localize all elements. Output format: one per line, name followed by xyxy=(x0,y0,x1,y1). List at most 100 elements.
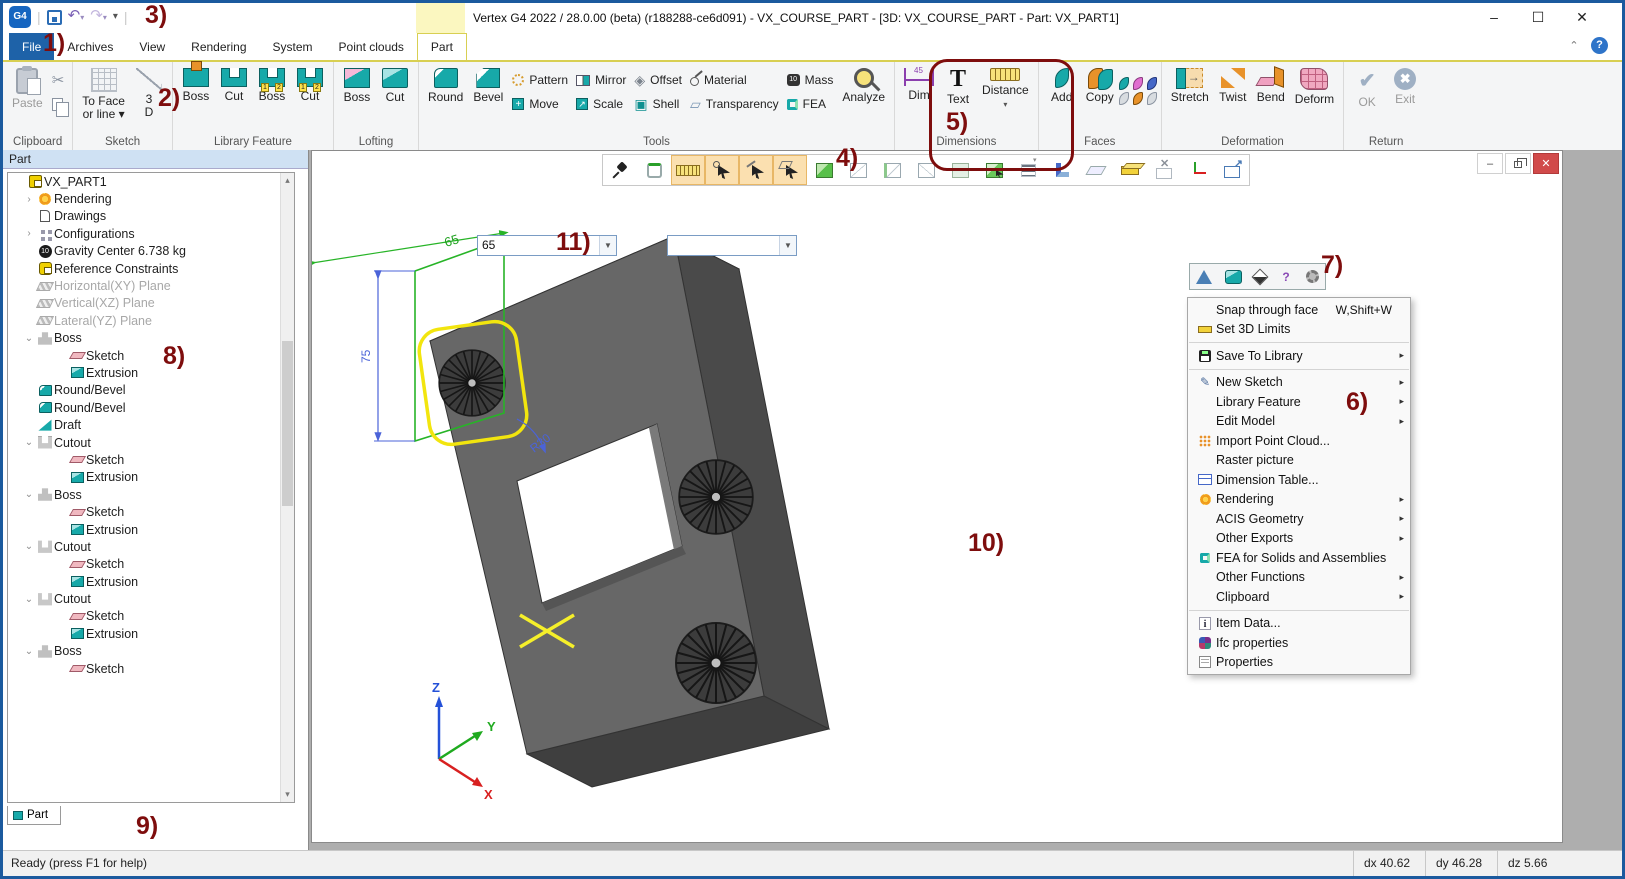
menu-item[interactable]: New Sketch ▸ xyxy=(1188,373,1410,393)
tree-item[interactable]: Lateral(YZ) Plane xyxy=(8,312,294,329)
expand-arrow-icon[interactable] xyxy=(22,194,36,205)
gear-icon[interactable] xyxy=(1306,270,1319,283)
expand-arrow-icon[interactable] xyxy=(22,489,36,500)
sketch-3d-button[interactable]: 3D xyxy=(130,65,168,122)
ribbon-tab[interactable]: Part xyxy=(417,33,467,60)
menu-item[interactable]: Dimension Table... ▸ xyxy=(1188,470,1410,490)
tree-item[interactable]: Rendering xyxy=(8,190,294,207)
menu-item[interactable]: Other Functions ▸ xyxy=(1188,568,1410,588)
ribbon-tab[interactable]: File xyxy=(9,33,54,60)
bend-button[interactable]: Bend xyxy=(1252,65,1290,107)
minimize-button[interactable]: – xyxy=(1472,3,1516,31)
expand-arrow-icon[interactable] xyxy=(22,437,36,448)
ribbon-tab[interactable]: Point clouds xyxy=(326,33,417,60)
tree-item[interactable]: Horizontal(XY) Plane xyxy=(8,277,294,294)
tree-item[interactable]: Extrusion xyxy=(8,521,294,538)
fea-button[interactable]: FEA xyxy=(783,93,838,115)
cut-button[interactable]: ✂ xyxy=(48,69,69,91)
lofting-boss-button[interactable]: Boss xyxy=(338,65,376,107)
menu-item[interactable]: Clipboard ▸ xyxy=(1188,587,1410,607)
ribbon-tab[interactable]: View xyxy=(126,33,178,60)
round-button[interactable]: Round xyxy=(423,65,468,107)
menu-item[interactable]: Library Feature ▸ xyxy=(1188,392,1410,412)
face-split-icon[interactable] xyxy=(1147,92,1157,105)
ribbon-tab[interactable]: Archives xyxy=(54,33,126,60)
menu-item[interactable]: ▸ xyxy=(1189,342,1409,343)
tree-item[interactable]: Extrusion xyxy=(8,469,294,486)
menu-item[interactable]: Other Exports ▸ xyxy=(1188,529,1410,549)
library-boss-numbered-button[interactable]: 1 2 Boss xyxy=(253,65,291,106)
sketch-to-face-button[interactable]: To Faceor line ▾ xyxy=(77,65,130,124)
customize-quick-access-icon[interactable]: ▾ xyxy=(113,7,118,27)
library-cut-button[interactable]: Cut xyxy=(215,65,253,106)
menu-item[interactable]: ▸ xyxy=(1189,610,1409,611)
tree-item[interactable]: Sketch xyxy=(8,451,294,468)
bevel-button[interactable]: Bevel xyxy=(468,65,508,107)
solid-icon[interactable] xyxy=(1225,270,1242,284)
face-extend-icon[interactable] xyxy=(1133,92,1143,105)
chevron-down-icon[interactable]: ▼ xyxy=(599,236,616,255)
viewport-3d[interactable]: – ✕ xyxy=(311,150,1563,843)
collapse-ribbon-icon[interactable]: ⌃ xyxy=(1567,39,1581,53)
secondary-combobox[interactable]: ▼ xyxy=(667,235,797,256)
expand-arrow-icon[interactable] xyxy=(22,594,36,605)
menu-item[interactable]: Edit Model ▸ xyxy=(1188,412,1410,432)
viewport-tool-button[interactable] xyxy=(1181,155,1215,185)
ribbon-tab[interactable]: System xyxy=(260,33,326,60)
tree-item[interactable]: Extrusion xyxy=(8,364,294,381)
text-button[interactable]: T Text xyxy=(939,65,977,109)
exit-button[interactable]: ✖ Exit xyxy=(1386,65,1424,109)
ok-button[interactable]: ✔ OK xyxy=(1348,65,1386,112)
tree-item[interactable]: VX_PART1 xyxy=(8,173,294,190)
tree-scrollbar[interactable]: ▴ ▾ xyxy=(280,173,294,802)
tree-item[interactable]: Round/Bevel xyxy=(8,382,294,399)
eraser-icon[interactable] xyxy=(1252,268,1269,285)
menu-item[interactable]: Item Data... ▸ xyxy=(1188,614,1410,634)
viewport-tool-button[interactable] xyxy=(1045,155,1079,185)
stretch-button[interactable]: Stretch xyxy=(1166,65,1214,107)
expand-arrow-icon[interactable] xyxy=(22,228,36,239)
move-button[interactable]: +Move xyxy=(508,93,572,115)
wizard-icon[interactable] xyxy=(1279,270,1293,284)
expand-arrow-icon[interactable] xyxy=(22,646,36,657)
viewport-tool-button[interactable] xyxy=(977,155,1011,185)
face-replace-icon[interactable] xyxy=(1133,77,1143,90)
app-logo[interactable]: G4 xyxy=(9,6,31,28)
library-cut-numbered-button[interactable]: 1 2 Cut xyxy=(291,65,329,106)
viewport-tool-button[interactable] xyxy=(875,155,909,185)
tree-item[interactable]: Cutout xyxy=(8,434,294,451)
undo-icon[interactable]: ↶▾ xyxy=(68,6,85,28)
close-button[interactable]: ✕ xyxy=(1560,3,1604,31)
help-icon[interactable]: ? xyxy=(1591,37,1608,54)
tree-item[interactable]: Cutout xyxy=(8,538,294,555)
tree-item[interactable]: Extrusion xyxy=(8,625,294,642)
tree-item[interactable]: Boss xyxy=(8,330,294,347)
twist-button[interactable]: Twist xyxy=(1214,65,1252,107)
menu-item[interactable]: Rendering ▸ xyxy=(1188,490,1410,510)
offset-button[interactable]: ◈Offset xyxy=(630,69,686,91)
expand-arrow-icon[interactable] xyxy=(22,333,36,344)
expand-arrow-icon[interactable] xyxy=(22,541,36,552)
viewport-tool-button[interactable] xyxy=(739,155,773,185)
menu-item[interactable]: ACIS Geometry ▸ xyxy=(1188,509,1410,529)
tree-item[interactable]: Drawings xyxy=(8,208,294,225)
library-boss-button[interactable]: Boss xyxy=(177,65,215,106)
tree-item[interactable]: Sketch xyxy=(8,608,294,625)
redo-icon[interactable]: ↷▾ xyxy=(90,6,107,28)
viewport-tool-button[interactable] xyxy=(1079,155,1113,185)
tree-item[interactable]: Cutout xyxy=(8,590,294,607)
transparency-button[interactable]: ▱Transparency xyxy=(686,93,783,115)
tree-item[interactable]: Gravity Center 6.738 kg xyxy=(8,243,294,260)
face-offset-icon[interactable] xyxy=(1119,92,1129,105)
scroll-thumb[interactable] xyxy=(282,341,293,506)
maximize-button[interactable]: ☐ xyxy=(1516,3,1560,31)
document-minimize-button[interactable]: – xyxy=(1477,153,1503,174)
analysis-icon[interactable] xyxy=(1196,270,1212,284)
viewport-tool-button[interactable] xyxy=(807,155,841,185)
tree-item[interactable]: Vertical(XZ) Plane xyxy=(8,295,294,312)
panel-tab-part[interactable]: Part xyxy=(7,806,61,825)
ribbon-tab[interactable]: Rendering xyxy=(178,33,259,60)
viewport-tool-button[interactable] xyxy=(773,155,807,185)
copy-button[interactable] xyxy=(48,93,69,115)
viewport-tool-button[interactable] xyxy=(909,155,943,185)
